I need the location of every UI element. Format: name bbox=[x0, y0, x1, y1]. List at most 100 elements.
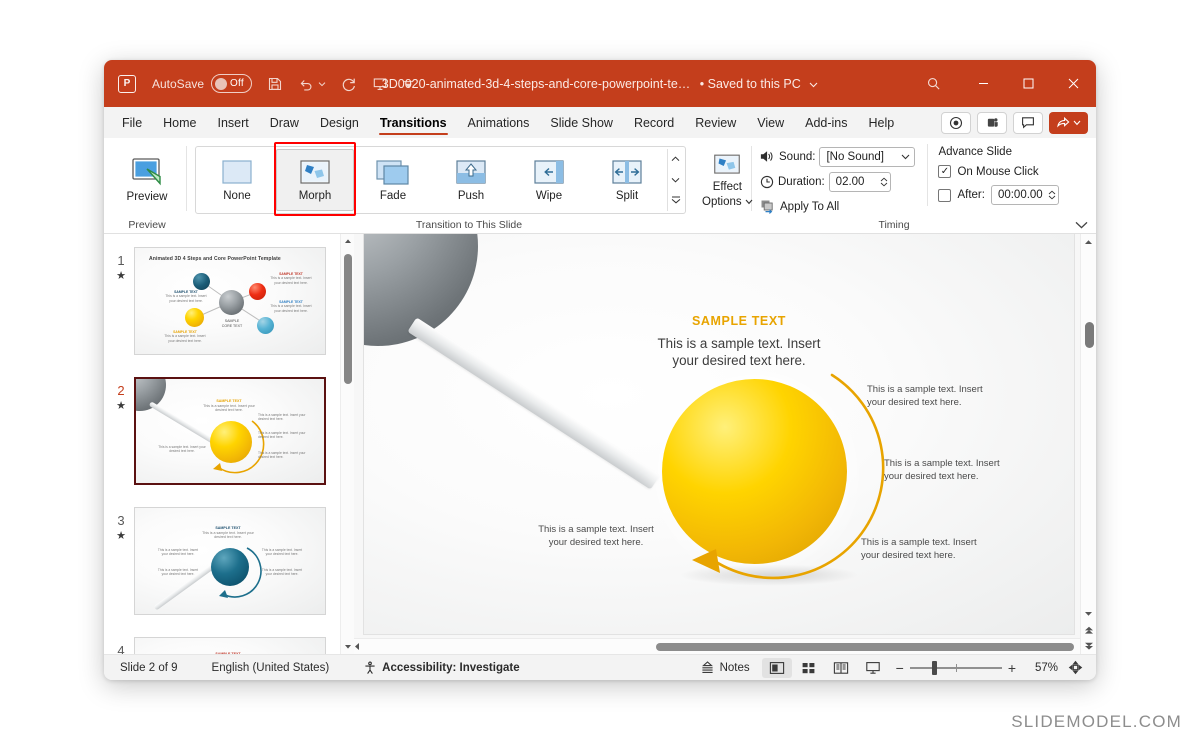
slide-thumbnail-3[interactable]: 3 ★ SAMPLE TEXT This is a sample text. I… bbox=[104, 502, 354, 620]
apply-to-all-button[interactable]: Apply To All bbox=[760, 196, 915, 217]
gallery-scroll-down-button[interactable] bbox=[668, 169, 683, 190]
slide-thumbnail-2[interactable]: 2 ★ SAMPLE TEXT This is a sample text. I… bbox=[104, 372, 354, 490]
thumbnails-scroll-up[interactable] bbox=[344, 234, 352, 248]
canvas-scroll-up-button[interactable] bbox=[1081, 234, 1096, 250]
transition-wipe[interactable]: Wipe bbox=[510, 149, 588, 211]
thumbnails-scroll-down[interactable] bbox=[344, 640, 352, 654]
slide-thumb-frame-4[interactable]: SAMPLE TEXTThis is a sample text. Insert… bbox=[134, 637, 326, 654]
gallery-more-button[interactable] bbox=[668, 190, 683, 211]
canvas-hscroll-track[interactable] bbox=[370, 639, 1074, 654]
effect-options-button[interactable]: Effect Options bbox=[702, 151, 753, 209]
slide-thumbnail-4[interactable]: 4 ★ SAMPLE TEXTThis is a sample text. In… bbox=[104, 632, 354, 654]
ribbon-collapse-button[interactable] bbox=[1075, 221, 1088, 229]
save-status[interactable]: • Saved to this PC bbox=[700, 77, 801, 91]
tab-slide-show[interactable]: Slide Show bbox=[540, 112, 623, 133]
search-icon[interactable] bbox=[905, 60, 961, 107]
tab-review[interactable]: Review bbox=[685, 112, 746, 133]
slide-thumb-frame-1[interactable]: Animated 3D 4 Steps and Core PowerPoint … bbox=[134, 247, 326, 355]
callout-right-bottom[interactable]: This is a sample text. Insert your desir… bbox=[861, 537, 1031, 562]
close-button[interactable] bbox=[1051, 60, 1096, 107]
transition-fade[interactable]: Fade bbox=[354, 149, 432, 211]
tab-design[interactable]: Design bbox=[310, 112, 369, 133]
document-title[interactable]: 3D0020-animated-3d-4-steps-and-core-powe… bbox=[382, 77, 691, 91]
slide-counter[interactable]: Slide 2 of 9 bbox=[110, 662, 188, 674]
callout-left[interactable]: This is a sample text. Insert your desir… bbox=[506, 524, 686, 549]
share-button[interactable] bbox=[1049, 111, 1088, 134]
undo-icon[interactable] bbox=[298, 76, 315, 92]
after-spinner[interactable]: 00:00.00 bbox=[990, 185, 1059, 205]
thumbnails-scrollbar[interactable] bbox=[340, 234, 354, 654]
slide-thumb-frame-3[interactable]: SAMPLE TEXT This is a sample text. Insert… bbox=[134, 507, 326, 615]
comments-icon[interactable] bbox=[1013, 111, 1043, 134]
save-icon[interactable] bbox=[267, 76, 283, 92]
zoom-level[interactable]: 57% bbox=[1024, 662, 1058, 674]
autosave-state: Off bbox=[230, 78, 244, 89]
accessibility-status[interactable]: Accessibility: Investigate bbox=[353, 661, 529, 675]
transition-gallery[interactable]: None Morph Fade Push Wipe Split bbox=[195, 141, 686, 216]
callout-right-middle[interactable]: This is a sample text. Insert your desir… bbox=[884, 458, 1054, 483]
zoom-slider[interactable]: − + bbox=[896, 660, 1016, 676]
tab-view[interactable]: View bbox=[747, 112, 794, 133]
fit-to-window-button[interactable] bbox=[1060, 658, 1090, 678]
save-status-caret-icon[interactable] bbox=[809, 77, 818, 91]
sound-combobox[interactable]: [No Sound] bbox=[819, 146, 916, 167]
gallery-scroll-up-button[interactable] bbox=[668, 149, 683, 170]
undo-caret-icon[interactable] bbox=[318, 80, 326, 88]
language-indicator[interactable]: English (United States) bbox=[202, 662, 340, 674]
canvas-hscroll-thumb[interactable] bbox=[656, 643, 1074, 651]
slide-sorter-button[interactable] bbox=[794, 658, 824, 678]
slide-thumb-frame-2[interactable]: SAMPLE TEXT This is a sample text. Insert… bbox=[134, 377, 326, 485]
maximize-button[interactable] bbox=[1006, 60, 1051, 107]
on-mouse-click-checkbox[interactable]: ✓ On Mouse Click bbox=[938, 165, 1058, 178]
transition-push[interactable]: Push bbox=[432, 149, 510, 211]
after-checkbox[interactable] bbox=[938, 188, 952, 202]
canvas-scroll-track[interactable] bbox=[1081, 250, 1096, 606]
redo-icon[interactable] bbox=[341, 76, 357, 92]
slide-heading-block[interactable]: SAMPLE TEXT This is a sample text. Inser… bbox=[624, 314, 854, 369]
tab-record[interactable]: Record bbox=[624, 112, 684, 133]
autosave-switch[interactable]: Off bbox=[211, 74, 253, 93]
notes-button[interactable]: Notes bbox=[690, 661, 760, 674]
canvas-scroll-thumb[interactable] bbox=[1085, 322, 1094, 348]
next-slide-button[interactable] bbox=[1081, 638, 1096, 654]
autosave-toggle[interactable]: AutoSave Off bbox=[152, 74, 253, 93]
connector-stick[interactable] bbox=[407, 317, 660, 490]
transition-morph[interactable]: Morph bbox=[276, 148, 354, 211]
slide-show-button[interactable] bbox=[858, 658, 888, 678]
reading-view-button[interactable] bbox=[826, 658, 856, 678]
thumbnails-scroll-track[interactable] bbox=[341, 248, 354, 640]
zoom-track[interactable] bbox=[909, 660, 1002, 675]
tab-animations[interactable]: Animations bbox=[458, 112, 540, 133]
present-in-teams-icon[interactable] bbox=[977, 111, 1007, 134]
callout-right-top[interactable]: This is a sample text. Insert your desir… bbox=[867, 384, 1037, 409]
slide-thumbnail-1[interactable]: 1 ★ Animated 3D 4 Steps and Core PowerPo… bbox=[104, 242, 354, 360]
tab-draw[interactable]: Draw bbox=[260, 112, 309, 133]
minimize-button[interactable] bbox=[961, 60, 1006, 107]
canvas-horizontal-scrollbar[interactable] bbox=[354, 638, 1080, 654]
preview-button[interactable]: Preview bbox=[116, 155, 178, 204]
canvas-vertical-scrollbar[interactable] bbox=[1080, 234, 1096, 654]
normal-view-button[interactable] bbox=[761, 657, 792, 678]
current-slide[interactable]: SAMPLE TEXT This is a sample text. Inser… bbox=[364, 234, 1074, 634]
transition-none[interactable]: None bbox=[198, 149, 276, 211]
previous-slide-button[interactable] bbox=[1081, 622, 1096, 638]
duration-spinner-arrows[interactable] bbox=[876, 177, 888, 187]
zoom-in-button[interactable]: + bbox=[1008, 660, 1016, 676]
tab-transitions[interactable]: Transitions bbox=[370, 112, 457, 135]
tab-help[interactable]: Help bbox=[859, 112, 905, 133]
slide-3-callout-4: This is a sample text. Insert your desir… bbox=[261, 568, 303, 577]
zoom-knob[interactable] bbox=[931, 660, 937, 675]
tab-add-ins[interactable]: Add-ins bbox=[795, 112, 857, 133]
tab-insert[interactable]: Insert bbox=[208, 112, 259, 133]
zoom-out-button[interactable]: − bbox=[896, 660, 904, 676]
apply-to-all-label: Apply To All bbox=[780, 200, 840, 213]
canvas-scroll-left-button[interactable] bbox=[354, 642, 370, 651]
thumbnails-scroll-thumb[interactable] bbox=[344, 254, 352, 384]
canvas-scroll-down-button[interactable] bbox=[1081, 606, 1096, 622]
tab-file[interactable]: File bbox=[112, 112, 152, 133]
transition-split[interactable]: Split bbox=[588, 149, 666, 211]
duration-spinner[interactable]: 02.00 bbox=[828, 171, 891, 192]
tab-home[interactable]: Home bbox=[153, 112, 206, 133]
after-spinner-arrows[interactable] bbox=[1044, 190, 1056, 200]
record-circle-icon[interactable] bbox=[941, 111, 971, 134]
